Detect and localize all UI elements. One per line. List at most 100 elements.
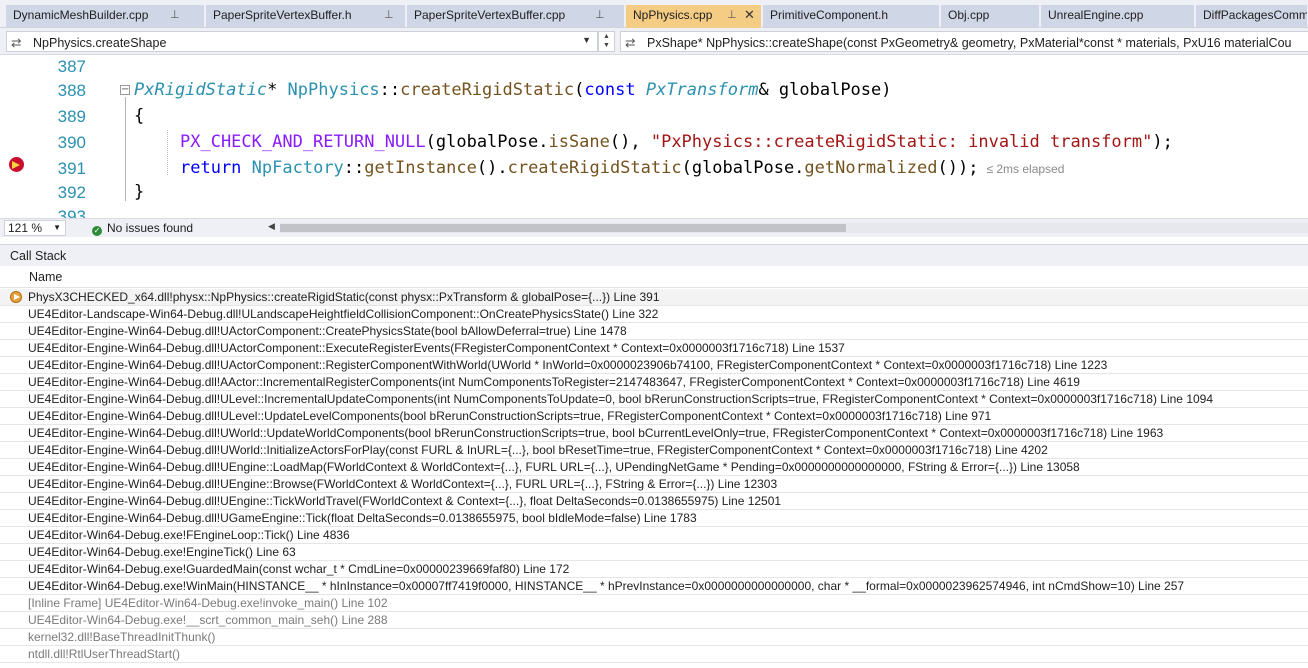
line-number: 387	[57, 57, 86, 76]
stack-frame-text: UE4Editor-Win64-Debug.exe!EngineTick() L…	[28, 545, 296, 559]
code-line-388: 388 PxRigidStatic* NpPhysics::createRigi…	[0, 79, 1308, 105]
call-stack-row[interactable]: UE4Editor-Engine-Win64-Debug.dll!UActorC…	[0, 340, 1308, 357]
tab-label: NpPhysics.cpp	[633, 8, 713, 22]
stack-frame-text: UE4Editor-Engine-Win64-Debug.dll!AActor:…	[28, 375, 1080, 389]
column-header-name[interactable]: Name	[0, 268, 1308, 288]
stack-frame-text: UE4Editor-Landscape-Win64-Debug.dll!ULan…	[28, 307, 659, 321]
fold-guide	[125, 97, 126, 201]
stack-frame-text: UE4Editor-Engine-Win64-Debug.dll!UActorC…	[28, 341, 845, 355]
stack-frame-text: UE4Editor-Engine-Win64-Debug.dll!UEngine…	[28, 477, 778, 491]
call-stack-row[interactable]: ntdll.dll!RtlUserThreadStart()	[0, 646, 1308, 663]
scroll-left-icon[interactable]: ◀	[268, 221, 275, 232]
call-stack-row[interactable]: UE4Editor-Win64-Debug.exe!GuardedMain(co…	[0, 561, 1308, 578]
call-stack-row[interactable]: [Inline Frame] UE4Editor-Win64-Debug.exe…	[0, 595, 1308, 612]
line-number: 389	[57, 107, 86, 126]
stack-frame-text: UE4Editor-Engine-Win64-Debug.dll!UActorC…	[28, 324, 627, 338]
call-stack-row[interactable]: UE4Editor-Win64-Debug.exe!FEngineLoop::T…	[0, 527, 1308, 544]
scope-label: NpPhysics.createShape	[33, 36, 167, 50]
line-number: 391	[57, 159, 86, 178]
stack-frame-text: UE4Editor-Engine-Win64-Debug.dll!UGameEn…	[28, 511, 697, 525]
tab-dynamicmeshbuilder-cpp[interactable]: DynamicMeshBuilder.cpp ⊥	[6, 5, 205, 27]
current-statement-breakpoint-icon[interactable]	[9, 157, 24, 172]
pin-icon[interactable]: ⊥	[595, 8, 605, 21]
scrollbar-thumb[interactable]	[280, 224, 846, 232]
scope-icon: ⇄	[11, 36, 22, 50]
tab-unrealengine-cpp[interactable]: UnrealEngine.cpp	[1041, 5, 1195, 27]
tab-diffpackagescomm[interactable]: DiffPackagesComm	[1196, 5, 1308, 27]
stack-frame-text: UE4Editor-Engine-Win64-Debug.dll!UEngine…	[28, 494, 782, 508]
pin-icon[interactable]: ⊥	[727, 8, 737, 21]
close-icon[interactable]: ✕	[744, 7, 755, 23]
document-tab-bar: DynamicMeshBuilder.cpp ⊥ PaperSpriteVert…	[0, 0, 1308, 28]
stack-frame-text: ntdll.dll!RtlUserThreadStart()	[28, 647, 181, 661]
collapse-icon[interactable]: −	[120, 85, 130, 95]
call-stack-title-bar: Call Stack	[0, 244, 1308, 266]
code-line-391: 391 return NpFactory::getInstance().crea…	[0, 157, 1308, 183]
code-text: {	[134, 106, 145, 126]
scope-dropdown[interactable]: ⇄ NpPhysics.createShape ▼	[6, 31, 598, 52]
line-number: 388	[57, 81, 86, 100]
pin-icon[interactable]: ⊥	[384, 8, 394, 21]
call-stack-list[interactable]: PhysX3CHECKED_x64.dll!physx::NpPhysics::…	[0, 289, 1308, 668]
zoom-dropdown[interactable]: 121 % ▼	[4, 220, 66, 236]
call-stack-row[interactable]: UE4Editor-Engine-Win64-Debug.dll!UActorC…	[0, 323, 1308, 340]
call-stack-row[interactable]: UE4Editor-Win64-Debug.exe!EngineTick() L…	[0, 544, 1308, 561]
call-stack-row[interactable]: UE4Editor-Engine-Win64-Debug.dll!UWorld:…	[0, 425, 1308, 442]
perf-tip[interactable]: ≤ 2ms elapsed	[986, 162, 1064, 176]
line-number: 393	[57, 207, 86, 218]
stack-frame-text: UE4Editor-Engine-Win64-Debug.dll!UActorC…	[28, 358, 1108, 372]
stack-frame-text: UE4Editor-Win64-Debug.exe!__scrt_common_…	[28, 613, 388, 627]
stack-frame-text: PhysX3CHECKED_x64.dll!physx::NpPhysics::…	[28, 290, 660, 304]
tab-paperspritevertexbuffer-cpp[interactable]: PaperSpriteVertexBuffer.cpp ⊥	[407, 5, 625, 27]
call-stack-row[interactable]: UE4Editor-Win64-Debug.exe!WinMain(HINSTA…	[0, 578, 1308, 595]
column-header-label: Name	[29, 270, 63, 284]
check-icon: ✓	[92, 226, 102, 236]
line-number: 392	[57, 183, 86, 202]
call-stack-row[interactable]: UE4Editor-Landscape-Win64-Debug.dll!ULan…	[0, 306, 1308, 323]
code-editor[interactable]: 387 388 PxRigidStatic* NpPhysics::create…	[0, 55, 1308, 218]
code-line-389: 389 {	[0, 105, 1308, 131]
tab-paperspritevertexbuffer-h[interactable]: PaperSpriteVertexBuffer.h ⊥	[206, 5, 406, 27]
pin-icon[interactable]: ⊥	[170, 8, 180, 21]
call-stack-row[interactable]: UE4Editor-Engine-Win64-Debug.dll!UGameEn…	[0, 510, 1308, 527]
call-stack-row[interactable]: UE4Editor-Engine-Win64-Debug.dll!UWorld:…	[0, 442, 1308, 459]
call-stack-row[interactable]: kernel32.dll!BaseThreadInitThunk()	[0, 629, 1308, 646]
tab-label: PaperSpriteVertexBuffer.cpp	[414, 8, 566, 22]
call-stack-row[interactable]: UE4Editor-Engine-Win64-Debug.dll!UActorC…	[0, 357, 1308, 374]
code-line-387: 387	[0, 55, 1308, 81]
tab-obj-cpp[interactable]: Obj.cpp	[941, 5, 1040, 27]
stack-frame-text: UE4Editor-Engine-Win64-Debug.dll!ULevel:…	[28, 409, 992, 423]
call-stack-row[interactable]: UE4Editor-Engine-Win64-Debug.dll!AActor:…	[0, 374, 1308, 391]
stack-frame-text: UE4Editor-Engine-Win64-Debug.dll!UWorld:…	[28, 426, 1164, 440]
call-stack-row[interactable]: UE4Editor-Engine-Win64-Debug.dll!ULevel:…	[0, 408, 1308, 425]
chevron-down-icon[interactable]: ▼	[582, 35, 591, 45]
call-stack-row[interactable]: UE4Editor-Engine-Win64-Debug.dll!ULevel:…	[0, 391, 1308, 408]
tab-primitivecomponent-h[interactable]: PrimitiveComponent.h	[763, 5, 940, 27]
tab-label: PrimitiveComponent.h	[770, 8, 889, 22]
tab-label: Obj.cpp	[948, 8, 990, 22]
tab-label: UnrealEngine.cpp	[1048, 8, 1144, 22]
navigation-bar: ⇄ NpPhysics.createShape ▼ ▲ ▼ ⇄ PxShape* Np…	[0, 28, 1308, 55]
tab-label: DiffPackagesComm	[1203, 8, 1308, 22]
horizontal-scrollbar[interactable]	[280, 223, 1308, 233]
chevron-down-icon[interactable]: ▼	[53, 221, 61, 235]
tab-label: DynamicMeshBuilder.cpp	[13, 8, 149, 22]
member-icon: ⇄	[625, 36, 636, 50]
stack-frame-text: [Inline Frame] UE4Editor-Win64-Debug.exe…	[28, 596, 388, 610]
zoom-level: 121 %	[8, 221, 43, 235]
call-stack-row[interactable]: UE4Editor-Win64-Debug.exe!__scrt_common_…	[0, 612, 1308, 629]
stack-frame-text: kernel32.dll!BaseThreadInitThunk()	[28, 630, 216, 644]
member-dropdown[interactable]: ⇄ PxShape* NpPhysics::createShape(const P…	[620, 31, 1308, 52]
call-stack-row[interactable]: UE4Editor-Engine-Win64-Debug.dll!UEngine…	[0, 493, 1308, 510]
call-stack-row[interactable]: PhysX3CHECKED_x64.dll!physx::NpPhysics::…	[0, 289, 1308, 306]
call-stack-row[interactable]: UE4Editor-Engine-Win64-Debug.dll!UEngine…	[0, 476, 1308, 493]
tab-npphysics-cpp[interactable]: NpPhysics.cpp ⊥ ✕	[626, 5, 762, 28]
stack-frame-text: UE4Editor-Engine-Win64-Debug.dll!UEngine…	[28, 460, 1080, 474]
stack-frame-text: UE4Editor-Win64-Debug.exe!FEngineLoop::T…	[28, 528, 350, 542]
issues-indicator[interactable]: ✓ No issues found	[92, 221, 193, 236]
code-text: }	[134, 182, 145, 202]
code-text: PX_CHECK_AND_RETURN_NULL(globalPose.isSa…	[180, 132, 1173, 152]
stack-frame-text: UE4Editor-Engine-Win64-Debug.dll!ULevel:…	[28, 392, 1214, 406]
call-stack-row[interactable]: UE4Editor-Engine-Win64-Debug.dll!UEngine…	[0, 459, 1308, 476]
nav-spin-buttons[interactable]: ▲ ▼	[598, 31, 615, 52]
